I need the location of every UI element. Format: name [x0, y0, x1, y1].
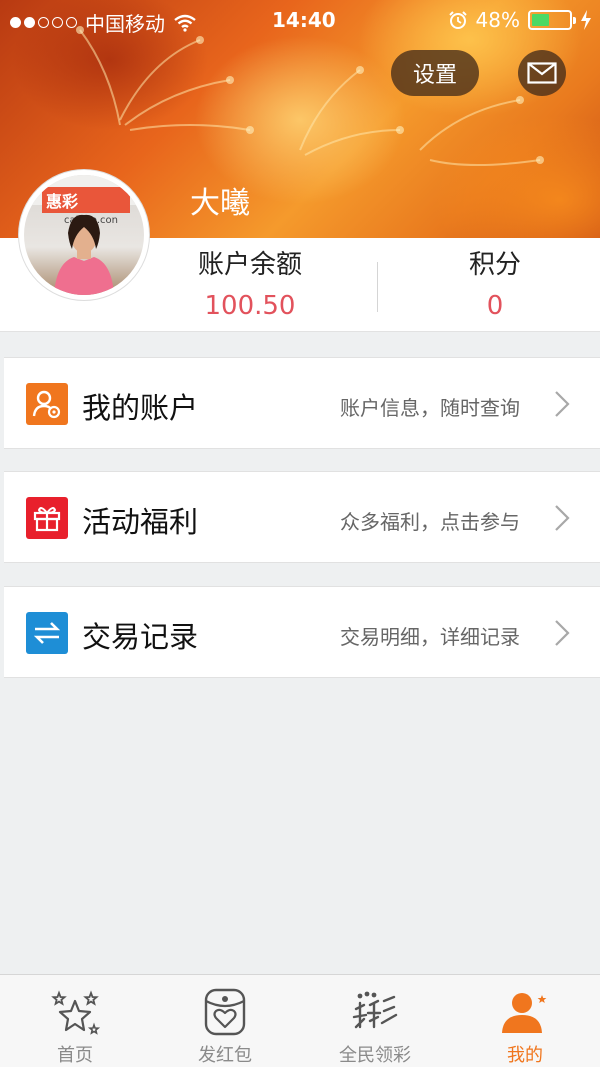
signal-strength-icon: [10, 17, 77, 28]
stars-icon: [51, 990, 100, 1035]
status-bar: 中国移动 14:40 48%: [0, 0, 600, 40]
lottery-icon: [352, 991, 398, 1029]
user-icon: [502, 993, 547, 1033]
battery-icon: [528, 10, 576, 30]
menu-item-label: 活动福利: [82, 505, 199, 539]
menu-item-description: 众多福利，点击参与: [340, 510, 520, 534]
balance-label: 账户余额: [197, 250, 302, 280]
avatar-photo: 惠彩 caibao.con: [24, 175, 144, 295]
menu-item-label: 我的账户: [82, 391, 199, 425]
points-section[interactable]: 积分 0: [395, 244, 595, 321]
chevron-right-icon: [555, 620, 570, 646]
account-settings-icon: [26, 383, 68, 425]
tab-home[interactable]: 首页: [0, 975, 150, 1067]
settings-button[interactable]: 设置: [391, 50, 479, 96]
clock: 14:40: [272, 8, 336, 32]
transfer-arrows-icon: [26, 612, 68, 654]
red-packet-icon: [204, 988, 246, 1036]
username: 大曦: [190, 186, 250, 221]
tab-label: 首页: [57, 1045, 93, 1066]
tab-bar: 首页 发红包 全民领彩 我的: [0, 974, 600, 1067]
avatar[interactable]: 惠彩 caibao.con: [19, 170, 149, 300]
charging-bolt-icon: [581, 10, 591, 30]
menu-item-my-account[interactable]: 我的账户 账户信息，随时查询: [4, 357, 600, 449]
gift-icon: [26, 497, 68, 539]
alarm-icon: [448, 11, 467, 29]
menu-item-description: 交易明细，详细记录: [340, 625, 520, 649]
menu-item-description: 账户信息，随时查询: [340, 396, 520, 420]
menu-item-transactions[interactable]: 交易记录 交易明细，详细记录: [4, 586, 600, 678]
points-label: 积分: [468, 250, 521, 280]
tab-red-packet[interactable]: 发红包: [150, 975, 300, 1067]
menu-item-label: 交易记录: [82, 620, 199, 654]
tab-lottery[interactable]: 全民领彩: [300, 975, 450, 1067]
carrier-name: 中国移动: [85, 12, 165, 36]
summary-divider: [377, 262, 378, 312]
tab-label: 全民领彩: [339, 1045, 411, 1066]
menu-item-activities[interactable]: 活动福利 众多福利，点击参与: [4, 471, 600, 563]
wifi-icon: [174, 14, 196, 32]
tab-label: 发红包: [198, 1045, 252, 1066]
mail-icon: [527, 62, 557, 84]
message-button[interactable]: [518, 50, 566, 96]
chevron-right-icon: [555, 505, 570, 531]
tab-label: 我的: [507, 1045, 543, 1066]
chevron-right-icon: [555, 391, 570, 417]
balance-value: 100.50: [204, 291, 296, 321]
points-value: 0: [486, 291, 504, 321]
battery-percent: 48%: [475, 8, 520, 32]
avatar-sign-logo: 惠彩: [46, 192, 78, 211]
tab-mine[interactable]: 我的: [450, 975, 600, 1067]
balance-section[interactable]: 账户余额 100.50: [150, 244, 350, 321]
